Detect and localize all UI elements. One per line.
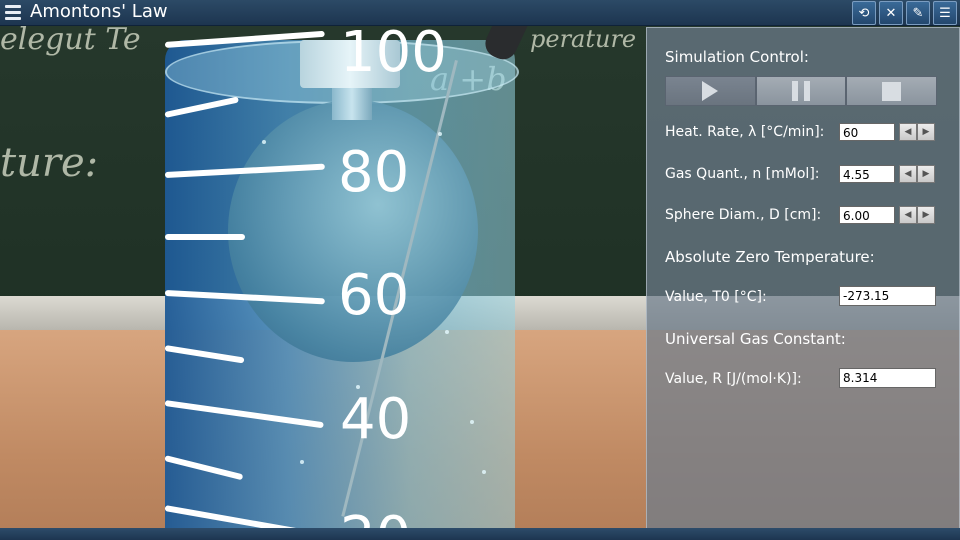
sphere-diameter-spinner: ◀ ▶ xyxy=(899,206,937,224)
play-icon xyxy=(702,81,719,101)
simulation-control-title: Simulation Control: xyxy=(665,48,809,66)
heat-rate-label: Heat. Rate, λ [°C/min]: xyxy=(665,124,825,140)
pause-icon xyxy=(792,81,810,101)
increase-arrow-icon[interactable]: ▶ xyxy=(917,165,935,183)
scale-label-100: 100 xyxy=(340,20,447,85)
r-input[interactable]: 8.314 xyxy=(839,368,936,388)
decrease-arrow-icon[interactable]: ◀ xyxy=(899,165,917,183)
scale-tick xyxy=(164,455,244,481)
t0-label: Value, T0 [°C]: xyxy=(665,289,767,305)
t0-input[interactable]: -273.15 xyxy=(839,286,936,306)
increase-arrow-icon[interactable]: ▶ xyxy=(917,123,935,141)
hamburger-menu-icon[interactable] xyxy=(4,2,22,22)
scale-tick-major xyxy=(164,163,325,178)
control-panel: Simulation Control: Heat. Rate, λ [°C/mi… xyxy=(646,27,960,529)
r-label: Value, R [J/(mol·K)]: xyxy=(665,371,802,387)
increase-arrow-icon[interactable]: ▶ xyxy=(917,206,935,224)
scale-tick-major xyxy=(164,400,324,429)
scale-label-60: 60 xyxy=(338,263,410,328)
gas-constant-title: Universal Gas Constant: xyxy=(665,330,846,348)
scale-tick xyxy=(164,96,239,118)
title-bar: Amontons' Law ⟲ ✕ ✎ ☰ xyxy=(0,0,960,26)
status-bar xyxy=(0,528,960,540)
gas-quantity-label: Gas Quant., n [mMol]: xyxy=(665,166,820,182)
stop-icon xyxy=(882,81,902,101)
scale-tick xyxy=(164,345,245,364)
scale-label-40: 40 xyxy=(340,387,412,452)
gas-quantity-spinner: ◀ ▶ xyxy=(899,165,937,183)
toolbar-icons: ⟲ ✕ ✎ ☰ xyxy=(852,1,957,25)
scale-tick-major xyxy=(164,30,325,48)
absolute-zero-title: Absolute Zero Temperature: xyxy=(665,248,875,266)
scale-tick xyxy=(165,234,245,240)
app-title: Amontons' Law xyxy=(30,1,168,22)
simulation-buttons xyxy=(665,76,938,106)
decrease-arrow-icon[interactable]: ◀ xyxy=(899,123,917,141)
scale-label-80: 80 xyxy=(338,140,410,205)
list-icon[interactable]: ☰ xyxy=(933,1,957,25)
pause-button[interactable] xyxy=(755,76,847,106)
gas-quantity-input[interactable]: 4.55 xyxy=(839,165,895,183)
decrease-arrow-icon[interactable]: ◀ xyxy=(899,206,917,224)
pencil-icon[interactable]: ✎ xyxy=(906,1,930,25)
refresh-icon[interactable]: ⟲ xyxy=(852,1,876,25)
sphere-diameter-label: Sphere Diam., D [cm]: xyxy=(665,207,822,223)
scale-tick-major xyxy=(164,290,325,305)
heat-rate-spinner: ◀ ▶ xyxy=(899,123,937,141)
play-button[interactable] xyxy=(665,76,756,106)
heat-rate-input[interactable]: 60 xyxy=(839,123,895,141)
sphere-diameter-input[interactable]: 6.00 xyxy=(839,206,895,224)
stop-button[interactable] xyxy=(846,76,938,106)
mute-icon[interactable]: ✕ xyxy=(879,1,903,25)
